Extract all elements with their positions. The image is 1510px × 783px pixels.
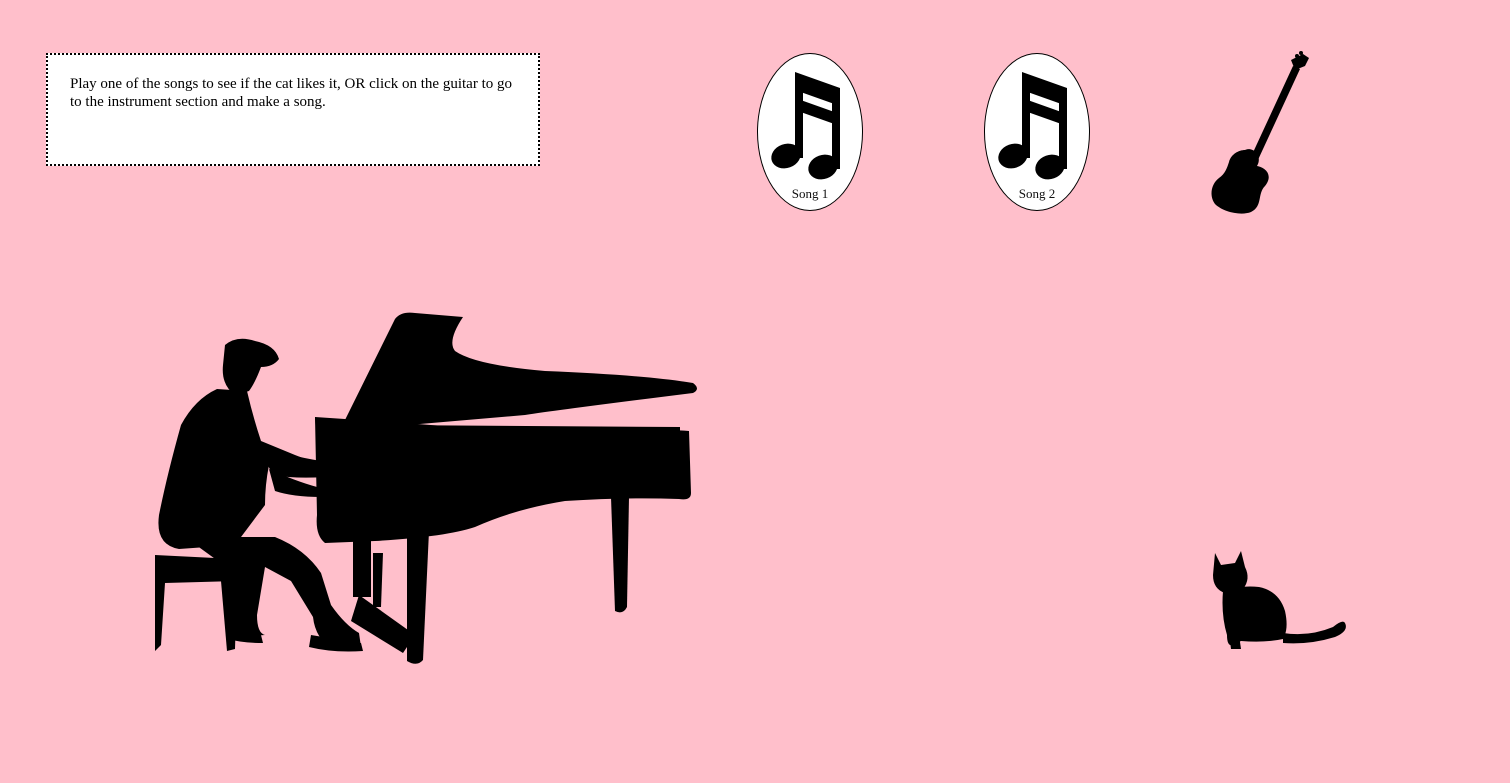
song-1-button[interactable]: Song 1 [757, 53, 863, 211]
cat-icon [1213, 551, 1346, 649]
music-note-icon [998, 72, 1067, 180]
instructions-text: Play one of the songs to see if the cat … [70, 76, 512, 110]
pianist-silhouette [155, 312, 697, 664]
music-note-icon [771, 72, 840, 180]
song-2-label: Song 2 [1018, 186, 1056, 201]
instructions-panel: Play one of the songs to see if the cat … [46, 53, 540, 166]
song-1-label: Song 1 [791, 186, 829, 201]
guitar-icon[interactable] [1205, 50, 1315, 215]
song-2-button[interactable]: Song 2 [984, 53, 1090, 211]
